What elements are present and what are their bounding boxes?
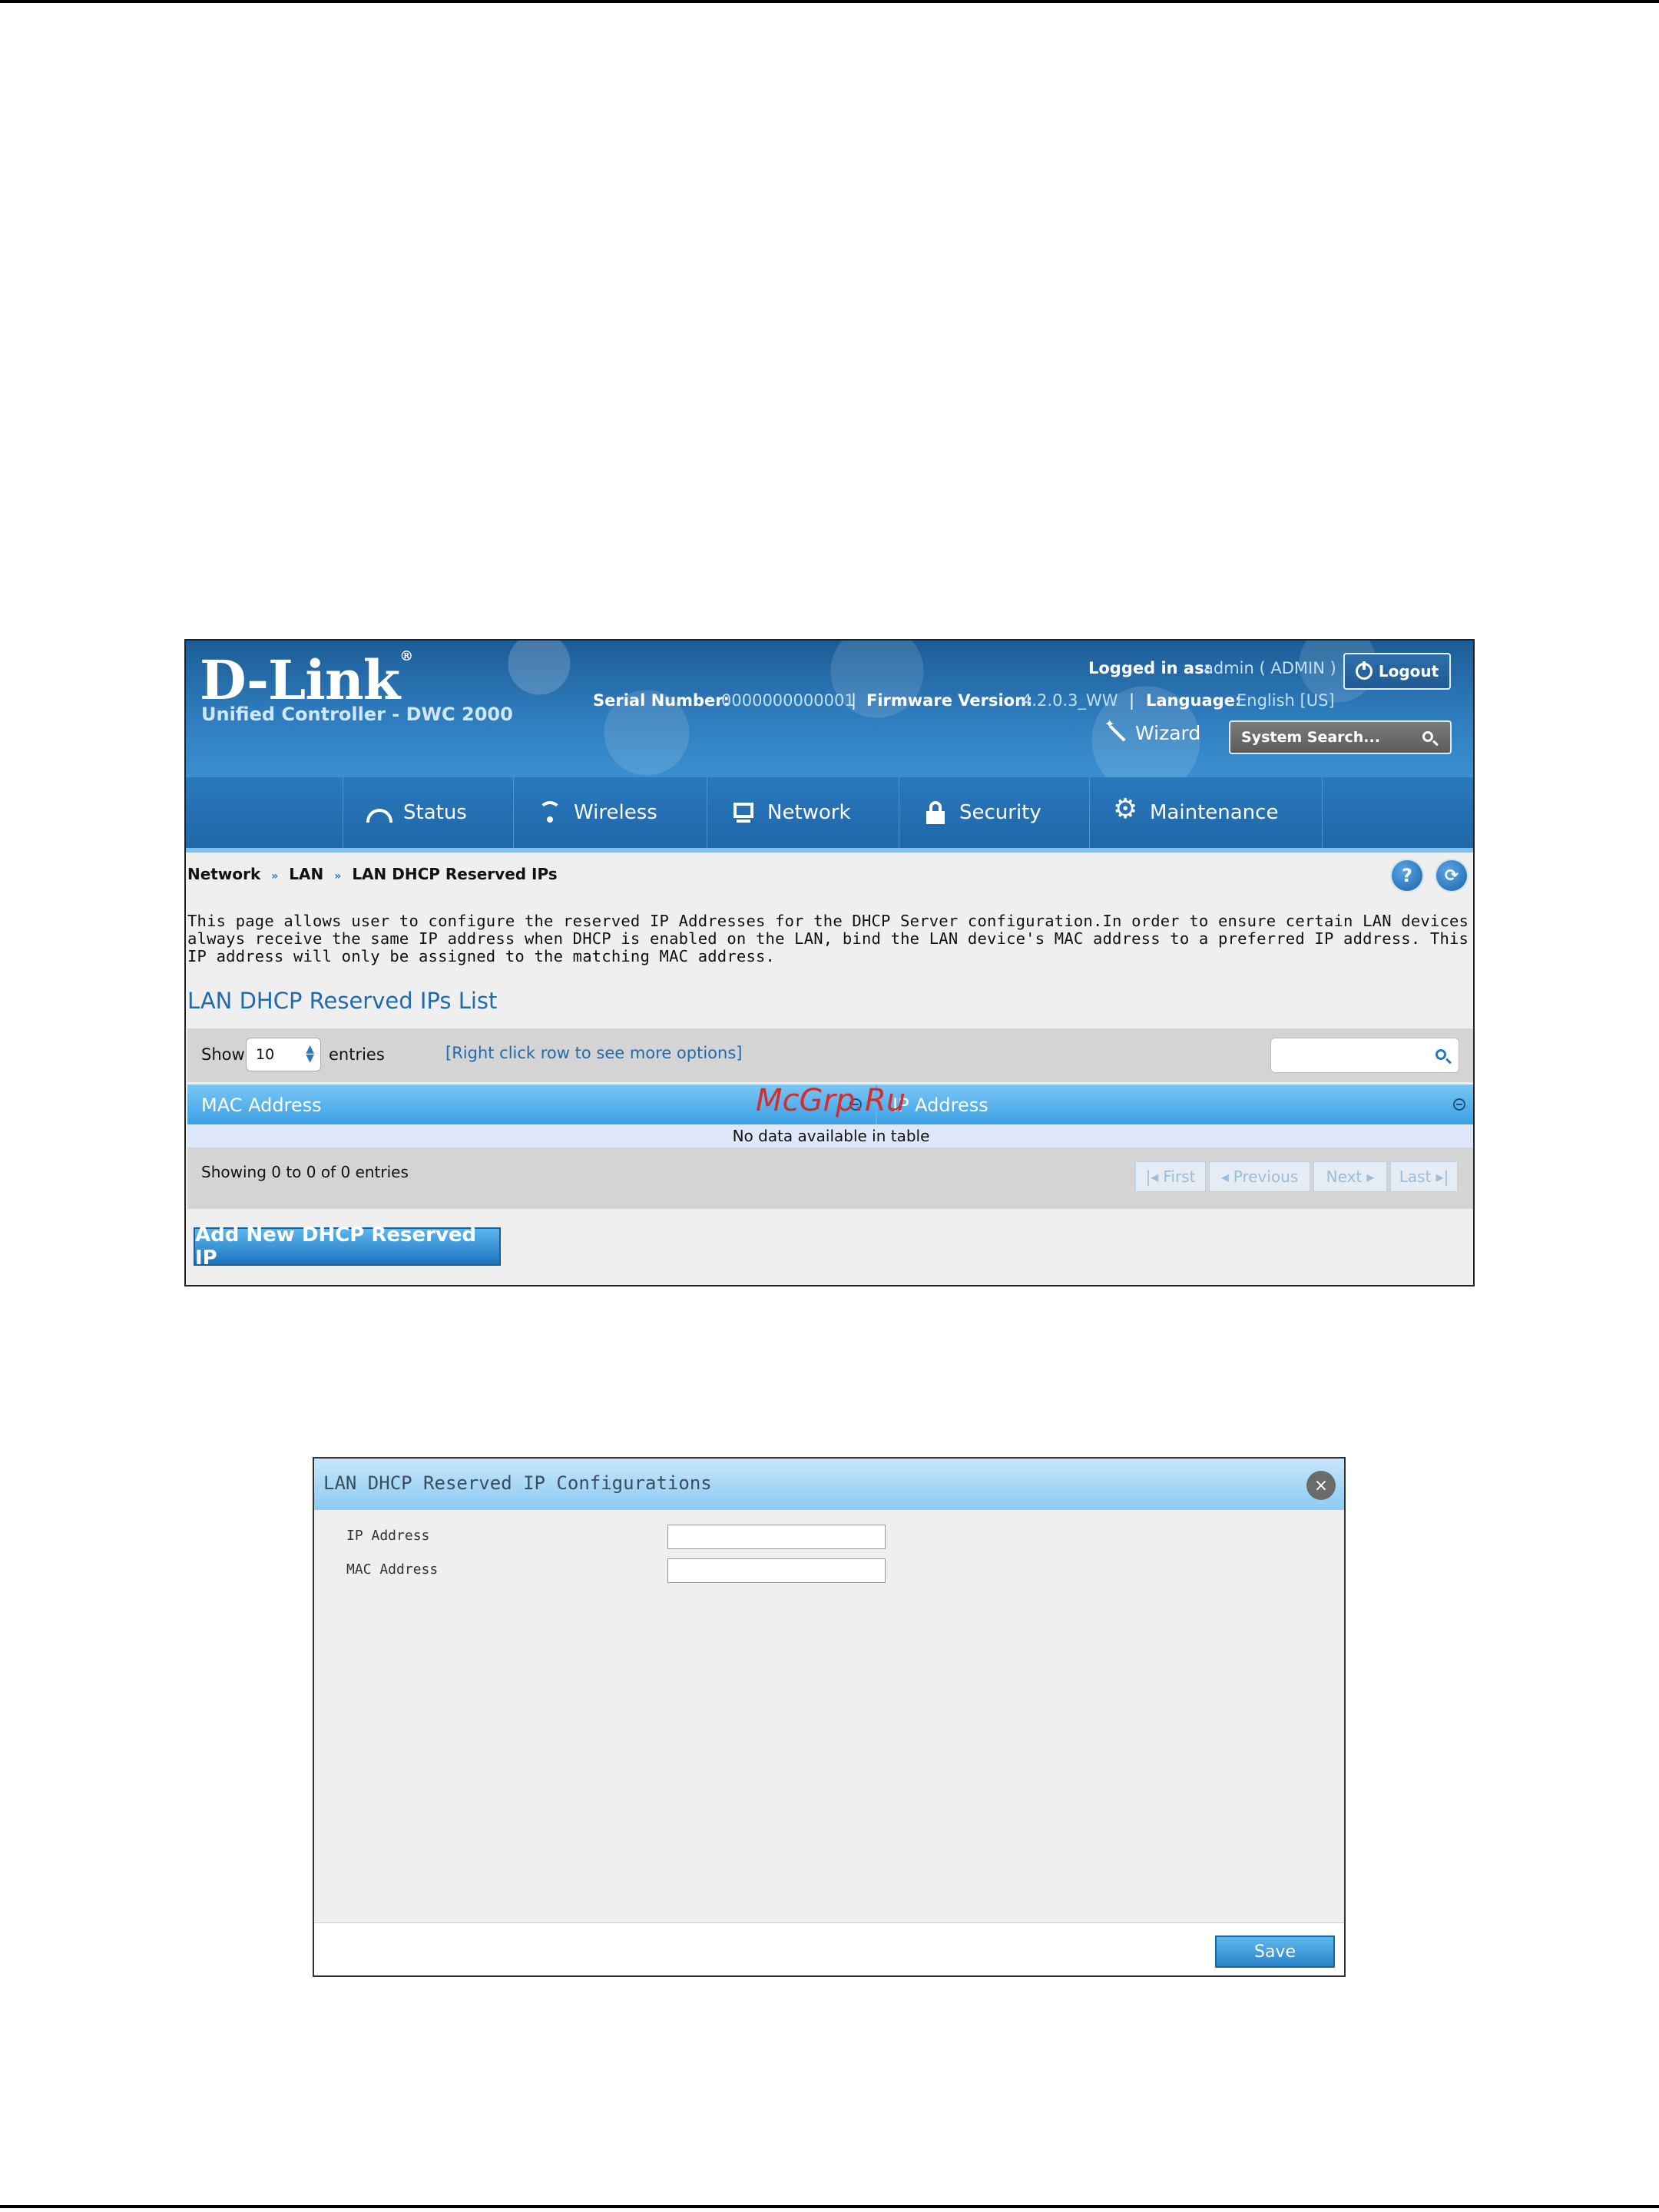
separator: | xyxy=(851,691,857,710)
close-icon[interactable]: × xyxy=(1306,1471,1336,1500)
breadcrumb: Network » LAN » LAN DHCP Reserved IPs xyxy=(187,865,558,883)
select-arrows-icon: ▲ ▼ xyxy=(306,1043,314,1065)
ip-address-field[interactable] xyxy=(667,1525,886,1549)
language-value[interactable]: English [US] xyxy=(1237,691,1335,710)
firmware-version-value: 4.2.0.3_WW xyxy=(1022,691,1118,710)
breadcrumb-network[interactable]: Network xyxy=(187,865,260,883)
serial-number-label: Serial Number: xyxy=(593,691,730,710)
system-search-input[interactable]: System Search... xyxy=(1229,720,1452,754)
reserved-ip-config-dialog: LAN DHCP Reserved IP Configurations × IP… xyxy=(313,1457,1346,1977)
next-page-button[interactable]: Next ▸ xyxy=(1313,1161,1387,1192)
logged-in-user: admin ( ADMIN ) xyxy=(1204,659,1336,677)
product-name: Unified Controller - DWC 2000 xyxy=(201,704,513,725)
breadcrumb-current: LAN DHCP Reserved IPs xyxy=(352,865,558,883)
dialog-title: LAN DHCP Reserved IP Configurations xyxy=(323,1472,712,1494)
refresh-icon[interactable]: ⟳ xyxy=(1436,860,1467,891)
empty-table-message: No data available in table xyxy=(187,1124,1473,1147)
dialog-header: LAN DHCP Reserved IP Configurations × xyxy=(314,1459,1344,1510)
mac-address-label: MAC Address xyxy=(346,1561,439,1578)
previous-page-button[interactable]: ◂ Previous xyxy=(1209,1161,1310,1192)
column-ip-address[interactable]: IP Address xyxy=(892,1094,988,1116)
search-icon xyxy=(1435,1049,1446,1060)
breadcrumb-separator: » xyxy=(334,870,342,882)
column-mac-address[interactable]: MAC Address xyxy=(201,1094,322,1116)
app-header: D-Link® Unified Controller - DWC 2000 Lo… xyxy=(186,641,1473,777)
logout-button[interactable]: Logout xyxy=(1343,653,1451,690)
breadcrumb-separator: » xyxy=(271,870,279,882)
nav-item-security[interactable]: Security xyxy=(899,777,1089,848)
nav-item-network[interactable]: Network xyxy=(707,777,899,848)
first-page-icon: |◂ xyxy=(1145,1167,1159,1186)
gauge-icon xyxy=(366,809,392,823)
showing-entries-text: Showing 0 to 0 of 0 entries xyxy=(201,1163,409,1181)
watermark: McGrp.Ru xyxy=(756,1083,906,1118)
table-toolbar: Show 10 ▲ ▼ entries [Right click row to s… xyxy=(187,1028,1473,1082)
entries-select[interactable]: 10 ▲ ▼ xyxy=(246,1038,321,1071)
show-label: Show xyxy=(201,1045,245,1064)
table-footer: Showing 0 to 0 of 0 entries |◂ First ◂ Pre… xyxy=(187,1147,1473,1209)
dlink-logo: D-Link® xyxy=(200,648,413,712)
save-button[interactable]: Save xyxy=(1215,1936,1335,1968)
previous-page-icon: ◂ xyxy=(1220,1167,1229,1186)
nav-item-wireless[interactable]: Wireless xyxy=(513,777,707,848)
main-nav: Status Wireless Network Security Mainten… xyxy=(186,777,1473,853)
breadcrumb-lan[interactable]: LAN xyxy=(289,865,323,883)
mac-address-field[interactable] xyxy=(667,1558,886,1583)
bottom-rule xyxy=(0,2205,1659,2208)
page-description: This page allows user to configure the r… xyxy=(187,912,1469,965)
ip-address-label: IP Address xyxy=(346,1528,430,1544)
dialog-footer: Save xyxy=(314,1922,1344,1975)
sort-icon[interactable] xyxy=(1453,1098,1465,1111)
gear-icon xyxy=(1113,793,1139,826)
add-new-dhcp-reserved-ip-button[interactable]: Add New DHCP Reserved IP xyxy=(194,1224,501,1270)
search-icon xyxy=(1422,731,1433,742)
language-label: Language: xyxy=(1146,691,1242,710)
wand-icon xyxy=(1104,717,1128,744)
last-page-icon: ▸| xyxy=(1435,1167,1449,1186)
last-page-button[interactable]: Last ▸| xyxy=(1390,1161,1458,1192)
separator: | xyxy=(1129,691,1135,710)
lock-icon xyxy=(922,800,949,826)
logged-in-label: Logged in as: xyxy=(1088,659,1210,677)
nav-item-maintenance[interactable]: Maintenance xyxy=(1089,777,1323,848)
entries-label: entries xyxy=(329,1045,385,1064)
firmware-version-label: Firmware Version: xyxy=(866,691,1033,710)
wizard-link[interactable]: Wizard xyxy=(1104,717,1200,744)
next-page-icon: ▸ xyxy=(1366,1167,1375,1186)
top-rule xyxy=(0,0,1659,3)
wifi-icon xyxy=(537,800,563,826)
nav-item-status[interactable]: Status xyxy=(343,777,513,848)
monitor-icon xyxy=(730,800,757,826)
power-icon xyxy=(1355,661,1373,680)
serial-number-value: 0000000000001 xyxy=(721,691,855,710)
list-title: LAN DHCP Reserved IPs List xyxy=(187,988,498,1014)
first-page-button[interactable]: |◂ First xyxy=(1135,1161,1206,1192)
help-icon[interactable]: ? xyxy=(1392,860,1422,891)
right-click-hint: [Right click row to see more options] xyxy=(445,1044,743,1062)
table-search-input[interactable] xyxy=(1270,1038,1459,1073)
lan-dhcp-reserved-ips-screenshot: D-Link® Unified Controller - DWC 2000 Lo… xyxy=(184,639,1475,1286)
